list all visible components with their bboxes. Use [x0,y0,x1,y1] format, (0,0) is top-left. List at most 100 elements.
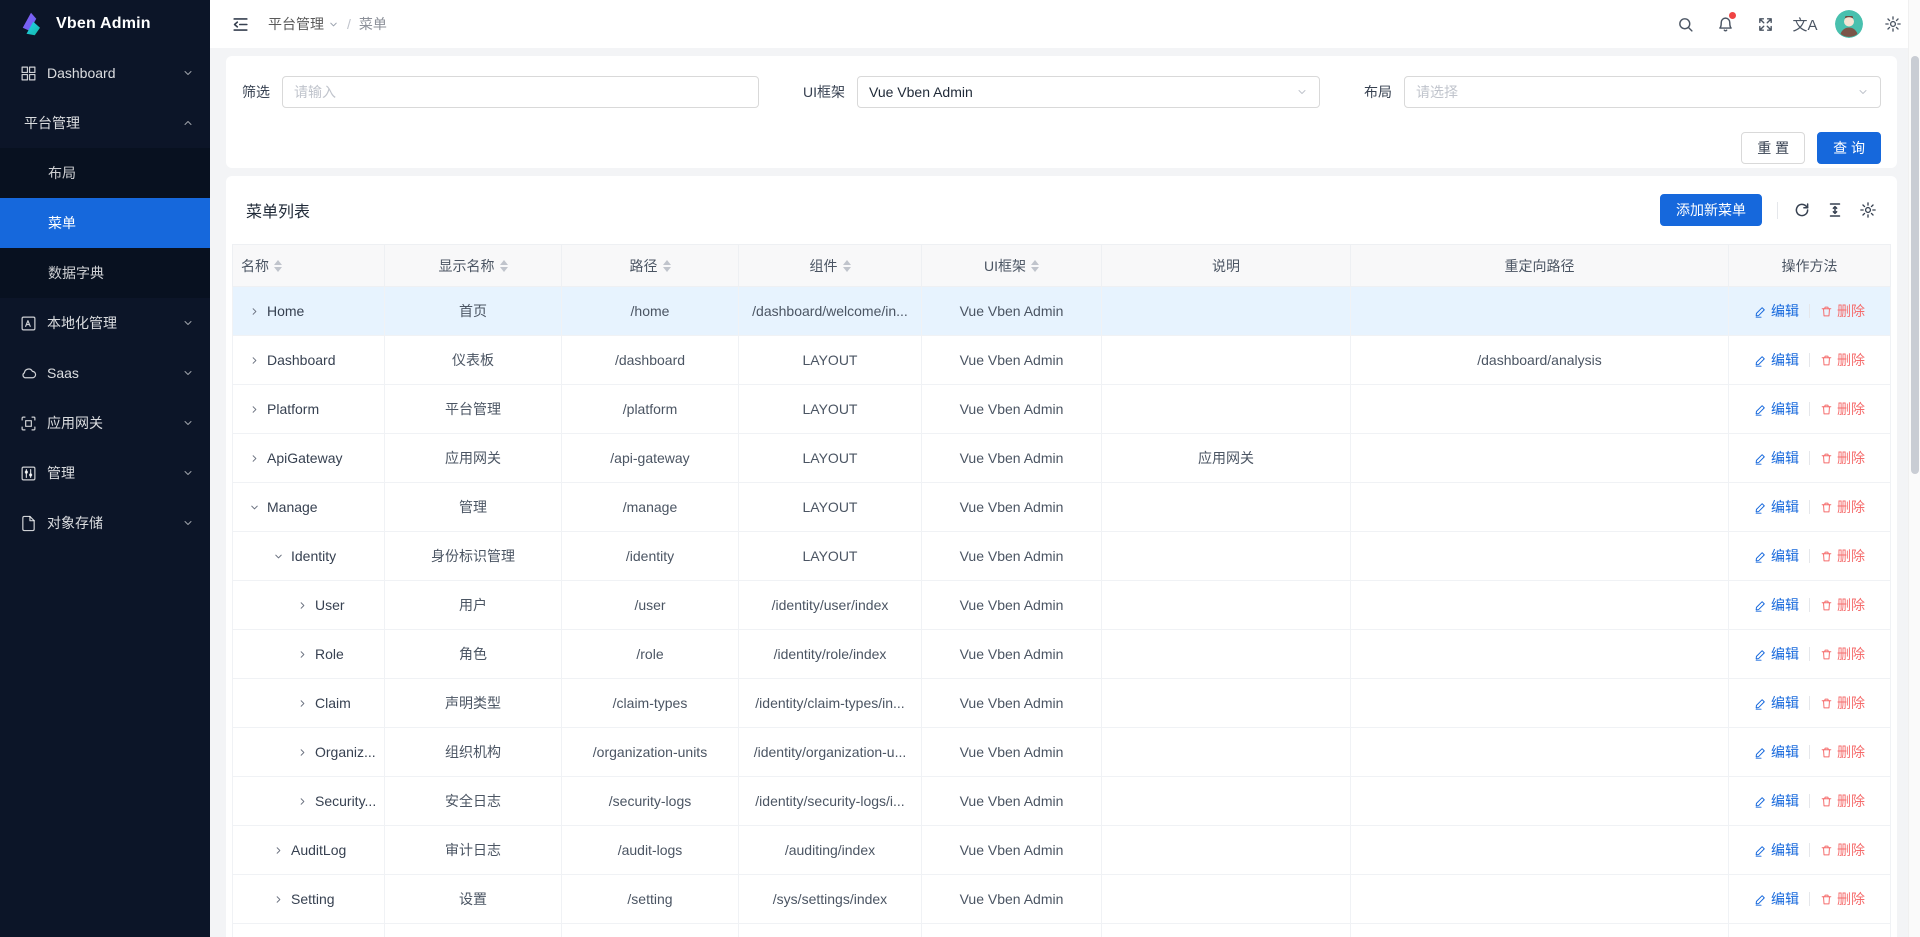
edit-button[interactable]: 编辑 [1754,791,1799,811]
sort-carets-icon[interactable] [843,260,851,272]
sidebar-item-菜单[interactable]: 菜单 [0,198,210,248]
scrollbar-thumb[interactable] [1911,56,1919,474]
row-height-button[interactable] [1826,201,1844,219]
delete-label: 删除 [1837,448,1865,468]
delete-button[interactable]: 删除 [1820,742,1865,762]
expand-row-icon[interactable] [249,453,260,464]
sidebar-item-平台管理[interactable]: 平台管理 [0,98,210,148]
delete-button[interactable]: 删除 [1820,399,1865,419]
column-header-4[interactable]: UI框架 [922,245,1102,287]
delete-button[interactable]: 删除 [1820,791,1865,811]
edit-button[interactable]: 编辑 [1754,546,1799,566]
search-button[interactable] [1669,8,1701,40]
avatar[interactable] [1835,10,1863,38]
sort-carets-icon[interactable] [500,260,508,272]
expand-row-icon[interactable] [297,796,308,807]
delete-button[interactable]: 删除 [1820,448,1865,468]
chevron-up-icon [182,117,194,129]
delete-button[interactable]: 删除 [1820,840,1865,860]
settings-button[interactable] [1877,8,1909,40]
table-row[interactable]: Home首页/home/dashboard/welcome/in...Vue V… [233,287,1891,336]
language-button[interactable]: 文A [1789,8,1821,40]
cell-actions: 编辑 删除 [1729,875,1891,924]
sidebar-item-Dashboard[interactable]: Dashboard [0,48,210,98]
table-row[interactable]: Organiz...组织机构/organization-units/identi… [233,728,1891,777]
fullscreen-button[interactable] [1749,8,1781,40]
column-settings-button[interactable] [1859,201,1877,219]
edit-button[interactable]: 编辑 [1754,840,1799,860]
sidebar-item-数据字典[interactable]: 数据字典 [0,248,210,298]
expand-row-icon[interactable] [297,649,308,660]
column-header-1[interactable]: 显示名称 [385,245,562,287]
edit-button[interactable]: 编辑 [1754,448,1799,468]
notifications-button[interactable] [1709,8,1741,40]
column-header-wrap: 显示名称 [385,256,561,276]
expand-row-icon[interactable] [297,698,308,709]
expand-row-icon[interactable] [297,600,308,611]
column-header-2[interactable]: 路径 [562,245,739,287]
sidebar-collapse-button[interactable] [224,8,256,40]
sidebar-item-对象存储[interactable]: 对象存储 [0,498,210,548]
ui-framework-select[interactable]: Vue Vben Admin [857,76,1320,108]
sort-carets-icon[interactable] [274,260,282,272]
table-row[interactable]: Platform平台管理/platformLAYOUTVue Vben Admi… [233,385,1891,434]
sidebar-item-本地化管理[interactable]: 本地化管理 [0,298,210,348]
chevron-down [182,317,194,329]
edit-button[interactable]: 编辑 [1754,497,1799,517]
expand-row-icon[interactable] [297,747,308,758]
delete-button[interactable]: 删除 [1820,350,1865,370]
edit-button[interactable]: 编辑 [1754,350,1799,370]
edit-button[interactable]: 编辑 [1754,399,1799,419]
sidebar-item-Saas[interactable]: Saas [0,348,210,398]
column-header-0[interactable]: 名称 [233,245,385,287]
delete-label: 删除 [1837,644,1865,664]
table-row[interactable]: Manage管理/manageLAYOUTVue Vben Admin编辑删除 [233,483,1891,532]
edit-button[interactable]: 编辑 [1754,644,1799,664]
column-header-3[interactable]: 组件 [739,245,922,287]
sidebar-item-管理[interactable]: 管理 [0,448,210,498]
sort-carets-icon[interactable] [663,260,671,272]
page-scrollbar[interactable] [1908,0,1920,937]
breadcrumb-parent[interactable]: 平台管理 [268,14,339,34]
delete-button[interactable]: 删除 [1820,644,1865,664]
sidebar-item-应用网关[interactable]: 应用网关 [0,398,210,448]
expand-row-icon[interactable] [249,306,260,317]
table-row[interactable] [233,924,1891,937]
app-logo[interactable]: Vben Admin [0,0,210,48]
table-row[interactable]: Claim声明类型/claim-types/identity/claim-typ… [233,679,1891,728]
delete-button[interactable]: 删除 [1820,693,1865,713]
query-button[interactable]: 查 询 [1817,132,1881,164]
sidebar-item-布局[interactable]: 布局 [0,148,210,198]
sort-carets-icon[interactable] [1031,260,1039,272]
edit-button[interactable]: 编辑 [1754,889,1799,909]
expand-row-icon[interactable] [249,404,260,415]
delete-button[interactable]: 删除 [1820,889,1865,909]
sidebar: Vben Admin Dashboard平台管理布局菜单数据字典本地化管理Saa… [0,0,210,937]
layout-select[interactable]: 请选择 [1404,76,1881,108]
table-row[interactable]: AuditLog审计日志/audit-logs/auditing/indexVu… [233,826,1891,875]
reset-button[interactable]: 重 置 [1741,132,1805,164]
expand-row-icon[interactable] [273,894,284,905]
delete-button[interactable]: 删除 [1820,595,1865,615]
expand-row-icon[interactable] [273,845,284,856]
collapse-row-icon[interactable] [249,502,260,513]
edit-button[interactable]: 编辑 [1754,301,1799,321]
edit-button[interactable]: 编辑 [1754,742,1799,762]
table-row[interactable]: Dashboard仪表板/dashboardLAYOUTVue Vben Adm… [233,336,1891,385]
filter-input[interactable]: 请输入 [282,76,759,108]
table-row[interactable]: Identity身份标识管理/identityLAYOUTVue Vben Ad… [233,532,1891,581]
delete-button[interactable]: 删除 [1820,497,1865,517]
delete-button[interactable]: 删除 [1820,301,1865,321]
table-row[interactable]: Security...安全日志/security-logs/identity/s… [233,777,1891,826]
delete-button[interactable]: 删除 [1820,546,1865,566]
collapse-row-icon[interactable] [273,551,284,562]
table-row[interactable]: Role角色/role/identity/role/indexVue Vben … [233,630,1891,679]
table-row[interactable]: Setting设置/setting/sys/settings/indexVue … [233,875,1891,924]
edit-button[interactable]: 编辑 [1754,693,1799,713]
expand-row-icon[interactable] [249,355,260,366]
table-row[interactable]: User用户/user/identity/user/indexVue Vben … [233,581,1891,630]
refresh-button[interactable] [1793,201,1811,219]
edit-button[interactable]: 编辑 [1754,595,1799,615]
table-row[interactable]: ApiGateway应用网关/api-gatewayLAYOUTVue Vben… [233,434,1891,483]
add-menu-button[interactable]: 添加新菜单 [1660,194,1762,226]
